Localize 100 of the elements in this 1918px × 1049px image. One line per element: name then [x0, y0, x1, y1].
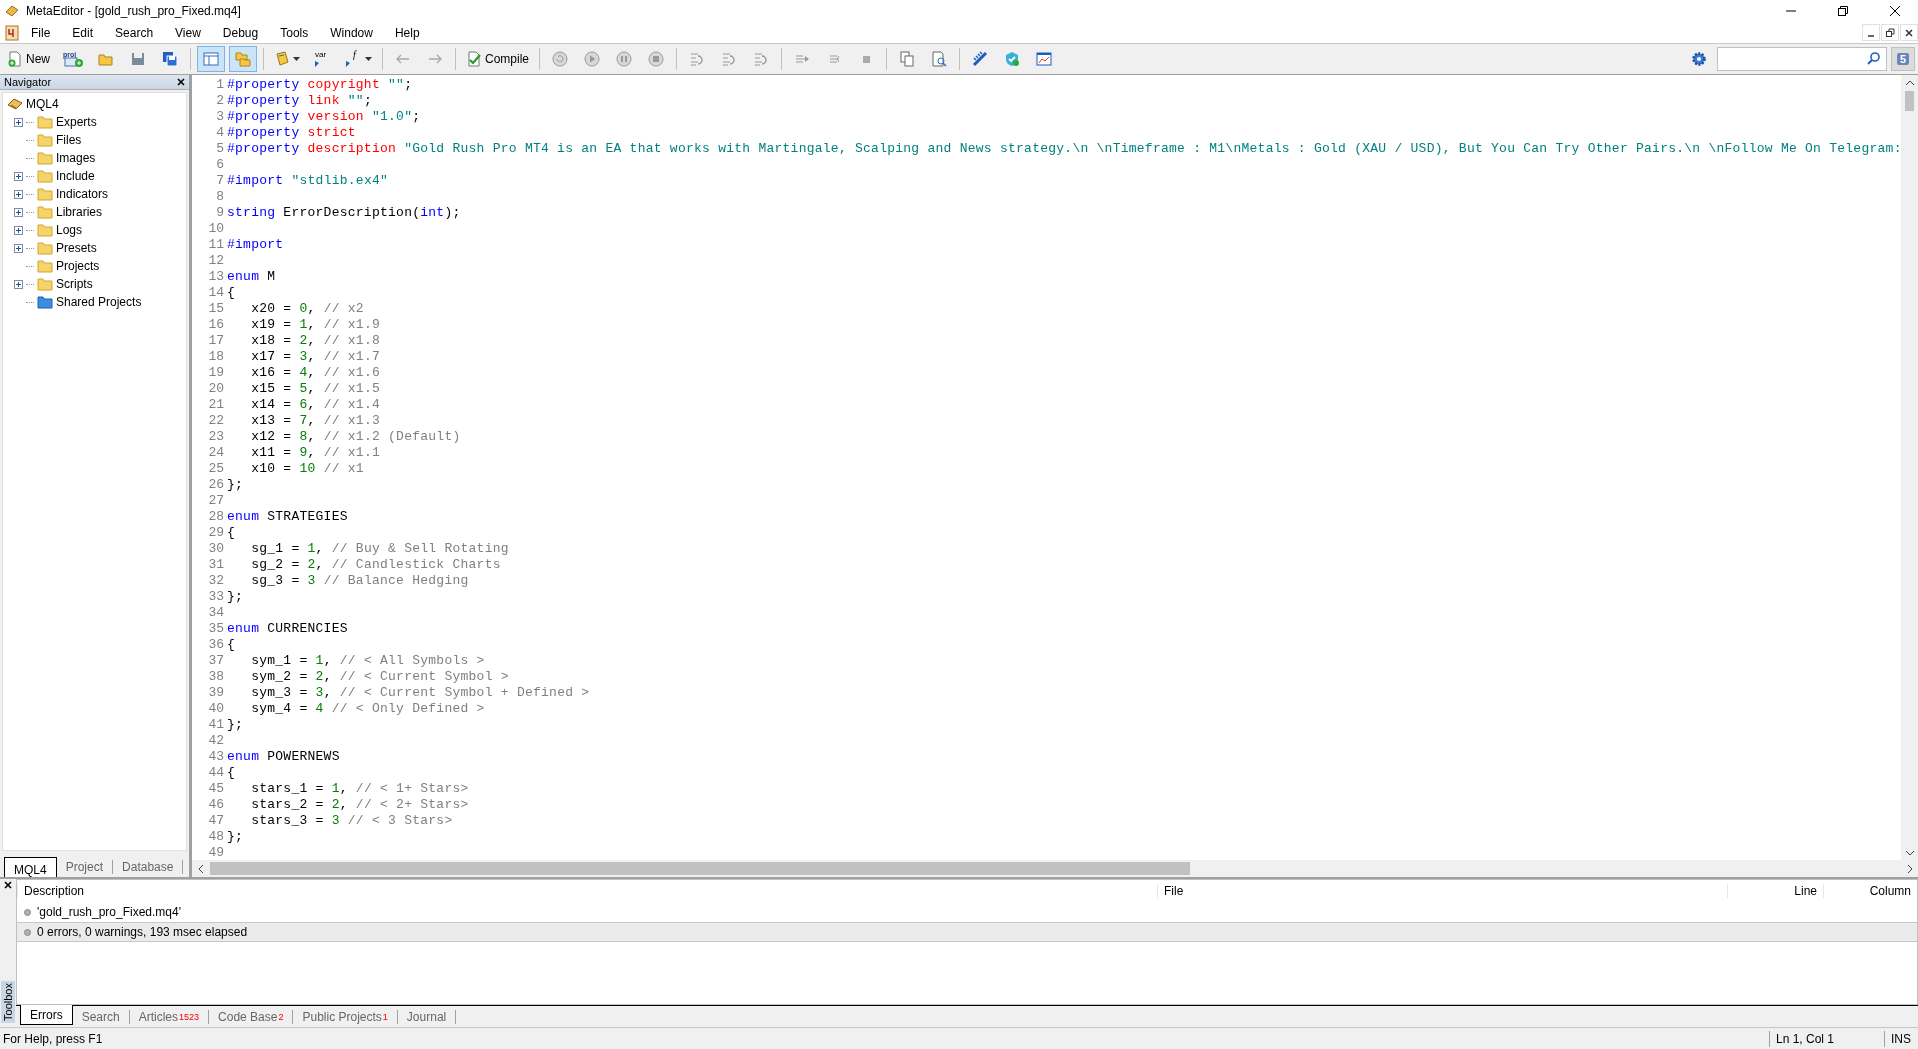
close-button[interactable]: [1900, 24, 1918, 41]
line-number: 28: [207, 509, 225, 525]
insert-function-button[interactable]: f: [340, 46, 376, 72]
expand-icon[interactable]: [13, 279, 23, 289]
search-icon: [1866, 51, 1882, 67]
tree-item[interactable]: Include: [56, 169, 95, 183]
tree-item[interactable]: Logs: [56, 223, 83, 237]
line-number: 39: [207, 685, 225, 701]
line-number: 7: [215, 173, 225, 189]
menu-item[interactable]: Tools: [269, 23, 320, 42]
column-header[interactable]: Line: [1727, 884, 1823, 898]
line-number: 27: [207, 493, 225, 509]
toolbox-toggle[interactable]: [229, 46, 257, 72]
table-cell: 'gold_rush_pro_Fixed.mq4': [37, 905, 181, 919]
folder-icon: [37, 132, 53, 148]
line-number: 38: [207, 669, 225, 685]
column-header[interactable]: Description: [17, 884, 1157, 898]
panel-title: Toolbox: [1, 981, 15, 1023]
folder-icon: [37, 222, 53, 238]
code-line: #property description "Gold Rush Pro MT4 is an EA that works with Martingale, Scalping and News strategy.\n \nTimeframe : M1\nMetals : Gold (XAU / USD), But You Can Try Other Pairs.\n \nFollow Me On Telegram:: [226, 141, 1901, 157]
tree-item[interactable]: Files: [56, 133, 82, 147]
column-header[interactable]: Column: [1823, 884, 1917, 898]
close-icon[interactable]: [4, 881, 12, 889]
code-line: string ErrorDescription(int);: [226, 205, 461, 221]
line-number: 47: [207, 813, 225, 829]
messages-button[interactable]: 5: [1891, 47, 1915, 71]
tree-item[interactable]: Projects: [56, 259, 100, 273]
restore-button[interactable]: [1881, 24, 1899, 41]
code-line: {: [226, 637, 236, 653]
status-icon: [24, 928, 31, 936]
save-all-icon: [162, 51, 178, 67]
expand-icon[interactable]: [13, 117, 23, 127]
expand-icon[interactable]: [13, 207, 23, 217]
folder-icon: [37, 276, 53, 292]
table-row[interactable]: 0 errors, 0 warnings, 193 msec elapsed: [17, 922, 1917, 942]
menu-item[interactable]: Window: [319, 23, 384, 42]
menu-item[interactable]: View: [164, 23, 212, 42]
tree-item[interactable]: Shared Projects: [56, 295, 142, 309]
tree-item[interactable]: Presets: [56, 241, 97, 255]
code-line: sg_2 = 2, // Candlestick Charts: [250, 557, 501, 573]
panel-tab[interactable]: Articles1523: [129, 1010, 210, 1024]
compile-icon: [466, 51, 482, 67]
search-field[interactable]: [1717, 47, 1887, 71]
column-header[interactable]: File: [1157, 884, 1727, 898]
line-number: 16: [207, 317, 225, 333]
menu-item[interactable]: Edit: [61, 23, 105, 42]
panel-tab[interactable]: Journal: [397, 1010, 457, 1024]
menu-item[interactable]: Debug: [211, 23, 270, 42]
restore-icon: [1838, 6, 1848, 16]
folders-icon: [235, 51, 251, 67]
document-icon: [4, 24, 20, 41]
folder-icon: [37, 150, 53, 166]
line-number: 10: [207, 221, 225, 237]
panel-tab[interactable]: Code Base 2: [209, 1010, 294, 1024]
line-number: 45: [207, 781, 225, 797]
close-icon[interactable]: [177, 78, 185, 86]
folder-icon: [98, 51, 114, 67]
line-number: 40: [207, 701, 225, 717]
line-number: 44: [207, 765, 225, 781]
expand-icon[interactable]: [13, 171, 23, 181]
minimize-button[interactable]: [1862, 24, 1880, 41]
expand-icon[interactable]: [13, 189, 23, 199]
panel-tab[interactable]: Errors: [20, 1005, 73, 1025]
tree-item[interactable]: Images: [56, 151, 96, 165]
line-number: 41: [207, 717, 225, 733]
line-number: 1: [215, 77, 225, 93]
scrollbar-thumb[interactable]: [210, 862, 1190, 875]
line-number: 19: [207, 365, 225, 381]
tree-item[interactable]: Libraries: [56, 205, 103, 219]
line-number: 20: [207, 381, 225, 397]
folder-icon: [37, 240, 53, 256]
expand-icon[interactable]: [13, 225, 23, 235]
line-number: 33: [207, 589, 225, 605]
code-line: stars_1 = 1, // < 1+ Stars>: [250, 781, 469, 797]
navigator-toggle[interactable]: [197, 46, 225, 72]
code-line: x15 = 5, // x1.5: [250, 381, 380, 397]
code-line: x14 = 6, // x1.4: [250, 397, 380, 413]
menu-item[interactable]: Help: [383, 23, 431, 42]
line-number: 18: [207, 349, 225, 365]
line-number: 12: [207, 253, 225, 269]
count-label: 1: [382, 1012, 388, 1022]
line-number: 46: [207, 797, 225, 813]
tree-item[interactable]: MQL4: [26, 97, 59, 111]
expand-icon[interactable]: [13, 243, 23, 253]
scrollbar-thumb[interactable]: [1905, 91, 1914, 111]
panel-tab[interactable]: Database: [113, 860, 184, 874]
line-number: 13: [207, 269, 225, 285]
menu-item[interactable]: File: [20, 23, 62, 42]
tree-item[interactable]: Experts: [56, 115, 97, 129]
panel-tab[interactable]: MQL4: [4, 857, 57, 877]
tree-item[interactable]: Scripts: [56, 277, 93, 291]
tree-item[interactable]: Indicators: [56, 187, 109, 201]
panel-tab[interactable]: Project: [56, 860, 114, 874]
line-number: 2: [215, 93, 225, 109]
panel-tab[interactable]: Search: [72, 1010, 130, 1024]
menu-item[interactable]: Search: [104, 23, 165, 42]
compile-button[interactable]: Compile: [462, 46, 534, 72]
panel-tab[interactable]: Public Projects1: [293, 1010, 398, 1024]
new-button[interactable]: New: [3, 46, 54, 72]
folder-icon: [37, 204, 53, 220]
